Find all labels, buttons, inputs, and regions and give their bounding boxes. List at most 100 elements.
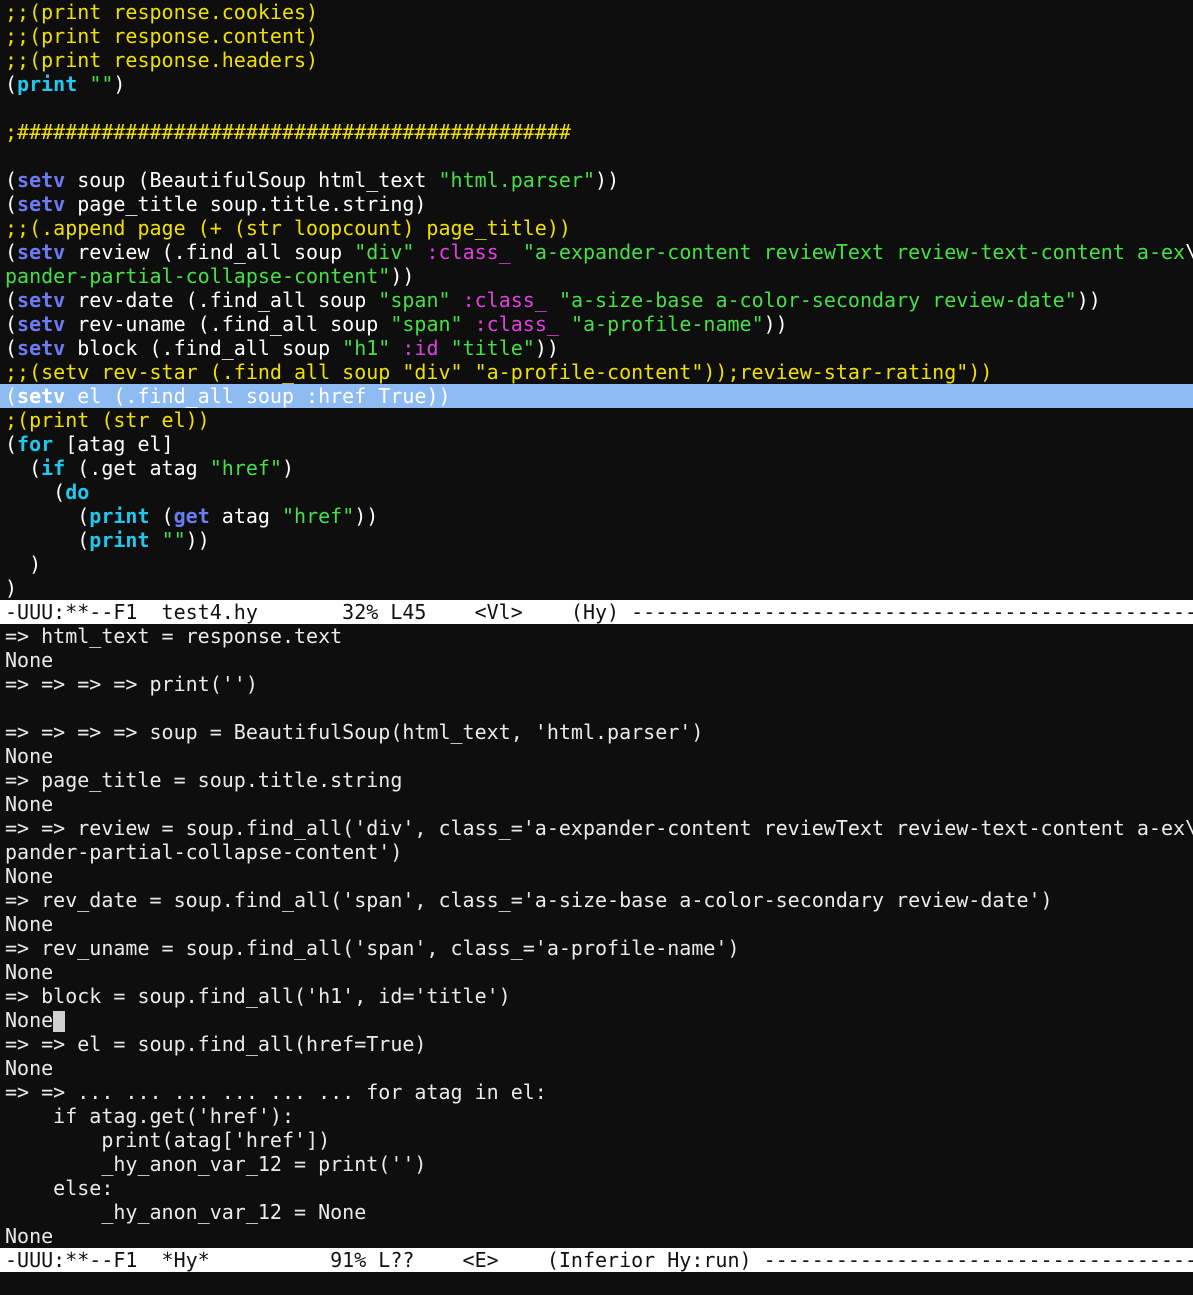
code-token: setv [17, 168, 66, 192]
editor-line[interactable]: (do [0, 480, 1193, 504]
repl-line-text: None [5, 1008, 54, 1032]
code-token: ( [5, 504, 90, 528]
editor-line[interactable]: ;;(.append page (+ (str loopcount) page_… [0, 216, 1193, 240]
editor-line[interactable]: (setv review (.find_all soup "div" :clas… [0, 240, 1193, 264]
code-token: for [17, 432, 54, 456]
code-token: "html.parser" [438, 168, 596, 192]
repl-line: else: [0, 1176, 1193, 1200]
code-token: ) [5, 576, 18, 600]
repl-line-text: None [5, 912, 54, 936]
code-token: "span" [390, 312, 463, 336]
repl-line-text: => block = soup.find_all('h1', id='title… [5, 984, 511, 1008]
code-token: print [89, 504, 150, 528]
repl-line-text: => html_text = response.text [5, 624, 343, 648]
repl-line [0, 696, 1193, 720]
code-token: (.get atag [65, 456, 210, 480]
code-token: rev-date (.find_all soup [65, 288, 379, 312]
code-token: )) [595, 168, 620, 192]
code-token: ;;(.append page (+ (str loopcount) page_… [5, 216, 571, 240]
editor-line[interactable]: (setv rev-date (.find_all soup "span" :c… [0, 288, 1193, 312]
repl-line: if atag.get('href'): [0, 1104, 1193, 1128]
repl-line: _hy_anon_var_12 = None [0, 1200, 1193, 1224]
editor-line[interactable]: ;;(print response.content) [0, 24, 1193, 48]
code-token: "a-profile-name" [570, 312, 764, 336]
editor-line[interactable]: (setv block (.find_all soup "h1" :id "ti… [0, 336, 1193, 360]
code-token: do [65, 480, 90, 504]
code-token: ;(print (str el)) [5, 408, 210, 432]
code-token: )) [763, 312, 788, 336]
editor-line[interactable]: ;#######################################… [0, 120, 1193, 144]
code-token: setv [17, 312, 66, 336]
editor-line-current[interactable]: (setv el (.find_all soup :href True)) [0, 384, 1193, 408]
repl-line: None [0, 912, 1193, 936]
repl-line: None [0, 864, 1193, 888]
editor-line[interactable]: ) [0, 552, 1193, 576]
code-token: [atag el] [53, 432, 174, 456]
repl-line-text: => => ... ... ... ... ... ... for atag i… [5, 1080, 547, 1104]
editor-line[interactable]: (print "") [0, 72, 1193, 96]
code-token: print [89, 528, 150, 552]
code-token: :class_ [426, 240, 511, 264]
code-token: ( [5, 384, 18, 408]
editor-line[interactable]: (for [atag el] [0, 432, 1193, 456]
repl-line: None [0, 792, 1193, 816]
editor-line[interactable]: pander-partial-collapse-content")) [0, 264, 1193, 288]
editor-line[interactable]: (print "")) [0, 528, 1193, 552]
editor-line[interactable]: (print (get atag "href")) [0, 504, 1193, 528]
editor-line[interactable]: ;;(print response.cookies) [0, 0, 1193, 24]
code-token: el (.find_all soup :href True)) [65, 384, 451, 408]
code-token: ) [5, 552, 42, 576]
code-token: ) [281, 456, 295, 480]
code-token: ) [113, 72, 126, 96]
repl-line: => => => => soup = BeautifulSoup(html_te… [0, 720, 1193, 744]
repl-line: None [0, 648, 1193, 672]
editor-line[interactable]: ) [0, 576, 1193, 600]
repl-line: print(atag['href']) [0, 1128, 1193, 1152]
code-token: ( [5, 288, 18, 312]
editor-line[interactable] [0, 96, 1193, 120]
code-token: if [41, 456, 66, 480]
code-token: "span" [378, 288, 451, 312]
editor-line[interactable]: (setv rev-uname (.find_all soup "span" :… [0, 312, 1193, 336]
code-token: review (.find_all soup [65, 240, 355, 264]
repl-pane[interactable]: => html_text = response.text None => => =>… [0, 624, 1193, 1248]
repl-line: => block = soup.find_all('h1', id='title… [0, 984, 1193, 1008]
repl-line-text: => => => => soup = BeautifulSoup(html_te… [5, 720, 704, 744]
code-token: ( [149, 504, 174, 528]
editor-line[interactable]: ;;(print response.headers) [0, 48, 1193, 72]
editor-line[interactable] [0, 144, 1193, 168]
code-token: )) [390, 264, 415, 288]
code-token: setv [17, 240, 66, 264]
repl-line: None [0, 744, 1193, 768]
repl-line-text: print(atag['href']) [5, 1128, 331, 1152]
editor-line[interactable]: ;(print (str el)) [0, 408, 1193, 432]
repl-line-text: None [5, 960, 54, 984]
code-token: ;;(setv rev-star (.find_all soup "div" "… [5, 360, 993, 384]
editor-line[interactable]: ;;(setv rev-star (.find_all soup "div" "… [0, 360, 1193, 384]
code-token: "" [89, 72, 114, 96]
editor-line[interactable]: (setv soup (BeautifulSoup html_text "htm… [0, 168, 1193, 192]
code-token: )) [1076, 288, 1101, 312]
code-token: \ [1185, 240, 1193, 264]
editor-pane[interactable]: ;;(print response.cookies) ;;(print respo… [0, 0, 1193, 600]
code-token: "a-expander-content reviewText review-te… [522, 240, 1186, 264]
repl-line: None [0, 1224, 1193, 1248]
repl-line-text: else: [5, 1176, 114, 1200]
code-token: rev-uname (.find_all soup [65, 312, 391, 336]
editor-line[interactable]: (setv page_title soup.title.string) [0, 192, 1193, 216]
editor-line[interactable]: (if (.get atag "href") [0, 456, 1193, 480]
code-token: )) [185, 528, 210, 552]
code-token: "href" [281, 504, 355, 528]
code-token: get [173, 504, 210, 528]
code-token: )) [354, 504, 379, 528]
repl-line-text: None [5, 744, 54, 768]
code-token: :class_ [474, 312, 559, 336]
code-token: )) [534, 336, 559, 360]
repl-line: None [0, 960, 1193, 984]
